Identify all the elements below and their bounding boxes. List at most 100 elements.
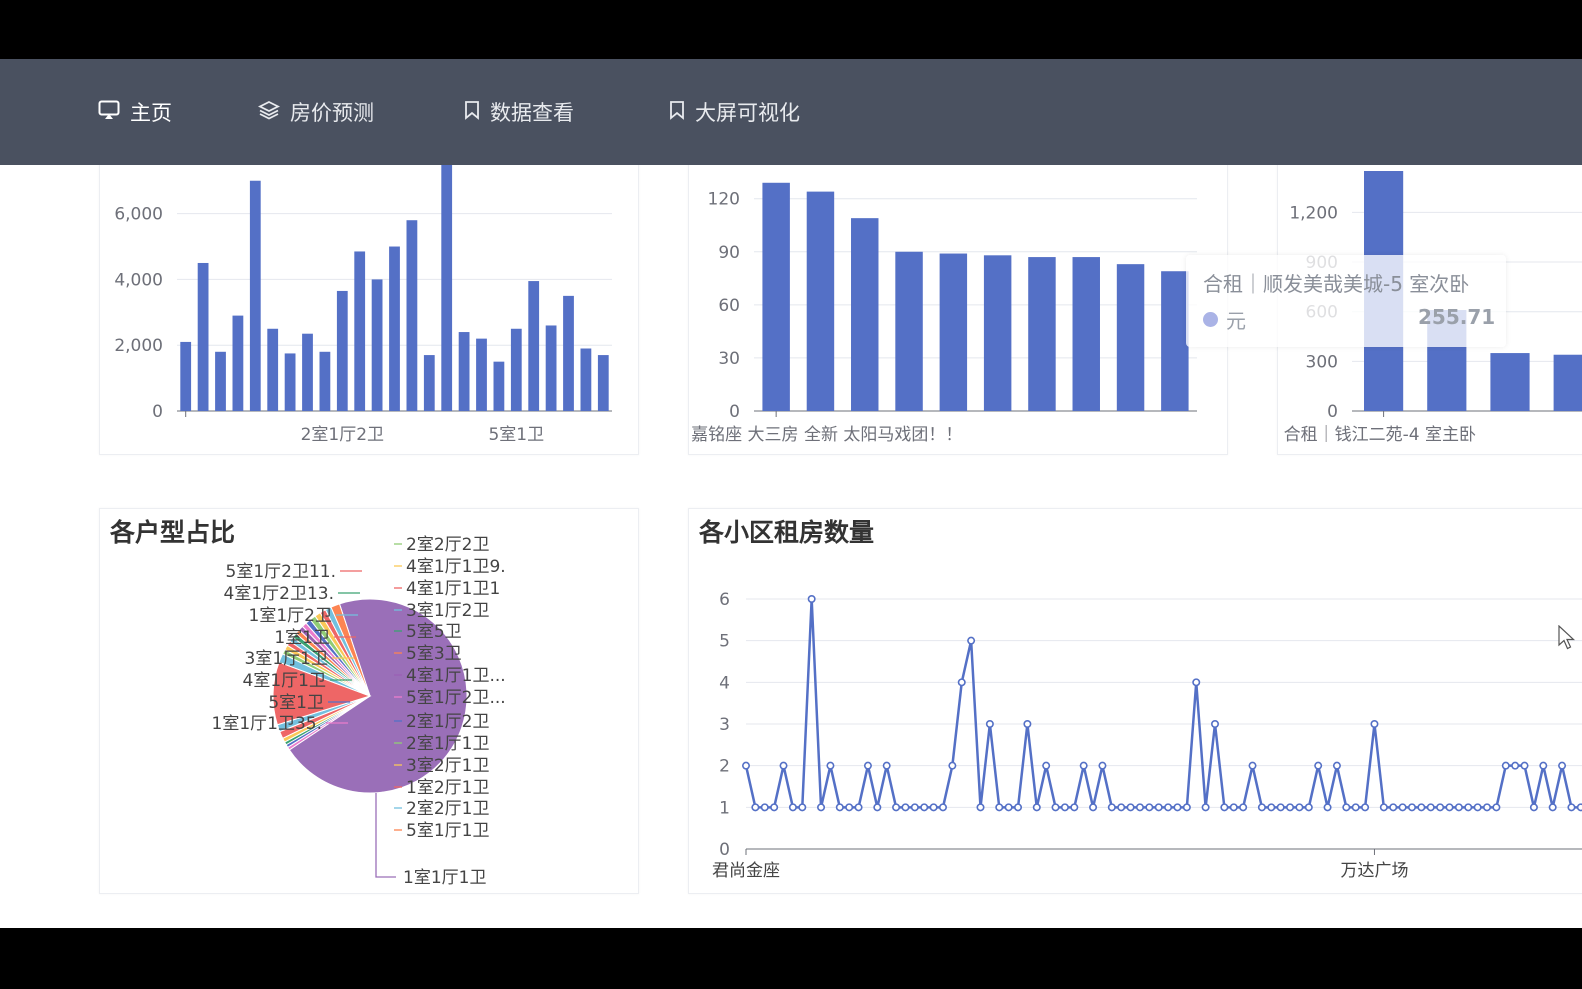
top-black-bar [0, 0, 1582, 59]
pie-chart-card: 各户型占比 5室1厅2卫11. 4室1厅2卫13. 1室1厅2卫 1室1卫 3室1厅1卫… [99, 508, 639, 894]
line-point [1220, 803, 1229, 812]
dashboard-content: 0 2,000 4,000 6,000 2室1厅2卫 5室1卫 0 30 60 90 120 嘉铭座… [0, 165, 1582, 928]
line-point [1548, 803, 1557, 812]
pie-label: 5室5卫 [406, 622, 462, 642]
line-point [1483, 803, 1492, 812]
pie-label: 2室2厅2卫 [406, 535, 489, 555]
y-tick-label: 0 [719, 840, 730, 860]
line-point [1267, 803, 1276, 812]
y-tick-label: 5 [719, 632, 730, 652]
line-point [873, 803, 882, 812]
tooltip-series-name: 元 [1226, 309, 1246, 333]
line-point [1257, 803, 1266, 812]
pie-label: 4室1厅1卫... [406, 666, 506, 686]
nav-item-big-screen[interactable]: 大屏可视化 [669, 97, 800, 127]
line-point [1032, 803, 1041, 812]
line-point [1089, 803, 1098, 812]
line-point [1370, 720, 1379, 729]
bar [284, 353, 296, 411]
pie-label: 4室1厅1卫9. [406, 557, 506, 577]
pie-chart-title: 各户型占比 [110, 518, 236, 547]
bar [336, 290, 348, 411]
line-point [1192, 678, 1201, 687]
line-point [1314, 761, 1323, 770]
pie-leader-line [375, 793, 396, 878]
line-chart: 0 1 2 3 4 5 6 君尚金座 万达广场 [712, 590, 1582, 881]
y-tick-label: 3 [719, 715, 730, 735]
bar [1072, 257, 1100, 411]
line-point [1501, 761, 1510, 770]
line-point [1379, 803, 1388, 812]
bar [851, 218, 879, 411]
tooltip-title: 合租｜顺发美哉美城-5 室次卧 [1203, 272, 1470, 296]
nav-item-data-view[interactable]: 数据查看 [464, 97, 574, 127]
line-point [1295, 803, 1304, 812]
y-tick-label: 0 [152, 402, 163, 422]
line-point [957, 678, 966, 687]
line-point [1454, 803, 1463, 812]
y-tick-label: 0 [729, 402, 740, 422]
line-point [1529, 803, 1538, 812]
nav-item-price-prediction[interactable]: 房价预测 [257, 97, 374, 127]
nav-item-home[interactable]: 主页 [98, 97, 172, 127]
bar [1553, 354, 1582, 411]
bar [476, 338, 487, 411]
line-point [1004, 803, 1013, 812]
bar [371, 279, 383, 411]
nav-item-label: 数据查看 [490, 101, 574, 125]
line-point [1445, 803, 1454, 812]
bar [493, 361, 505, 411]
nav-item-label: 主页 [130, 101, 172, 125]
x-tick-label: 2室1厅2卫 [301, 425, 384, 445]
pie-label: 4室1厅1卫 [243, 671, 326, 691]
bar [528, 281, 540, 411]
line-point [770, 803, 779, 812]
pie-label: 4室1厅2卫13. [224, 584, 334, 604]
line-point [892, 803, 901, 812]
line-point [1351, 803, 1360, 812]
line-point [1135, 803, 1144, 812]
bar-chart-2: 0 30 60 90 120 嘉铭座 大三房 全新 太阳马戏团！！ [691, 182, 1197, 445]
line-point [1558, 761, 1567, 770]
y-tick-label: 6,000 [114, 205, 163, 225]
line-point [798, 803, 807, 812]
pie-label: 4室1厅1卫1 [406, 579, 500, 599]
line-point [938, 803, 947, 812]
line-point [995, 803, 1004, 812]
bar-chart-card-2: 0 30 60 90 120 嘉铭座 大三房 全新 太阳马戏团！！ [688, 165, 1228, 455]
bar [441, 165, 453, 411]
line-point [1201, 803, 1210, 812]
bar [302, 333, 313, 411]
mouse-cursor-icon [1558, 624, 1576, 655]
bar [458, 332, 470, 411]
line-point [1126, 803, 1135, 812]
bar [1116, 264, 1145, 411]
bar [1161, 271, 1189, 411]
line-point [1164, 803, 1173, 812]
pie-label: 1室1厅1卫35. [212, 714, 322, 734]
line-point [1576, 803, 1582, 812]
pie-chart: 5室1厅2卫11.4室1厅2卫13.1室1厅2卫1室1卫3室1厅1卫4室1厅1卫… [212, 535, 506, 888]
line-point [901, 803, 910, 812]
pie-label: 5室1厅2卫11. [226, 562, 336, 582]
line-point [1154, 803, 1163, 812]
line-point [1417, 803, 1426, 812]
bar-chart-card-1: 0 2,000 4,000 6,000 2室1厅2卫 5室1卫 [99, 165, 639, 455]
bookmark-icon [464, 100, 480, 125]
monitor-icon [98, 100, 120, 125]
bottom-black-bar [0, 928, 1582, 989]
x-tick-label: 嘉铭座 大三房 全新 太阳马戏团！！ [691, 425, 962, 445]
line-point [1060, 803, 1069, 812]
line-point [760, 803, 769, 812]
y-tick-label: 2,000 [114, 336, 163, 356]
line-point [1248, 761, 1257, 770]
line-point [920, 803, 929, 812]
line-point [1407, 803, 1416, 812]
line-point [1210, 720, 1219, 729]
line-point [976, 803, 985, 812]
bar [232, 315, 244, 411]
x-tick-label: 君尚金座 [712, 861, 780, 881]
line-point [1323, 803, 1332, 812]
line-point [1426, 803, 1435, 812]
pie-label: 2室1厅2卫 [406, 712, 489, 732]
